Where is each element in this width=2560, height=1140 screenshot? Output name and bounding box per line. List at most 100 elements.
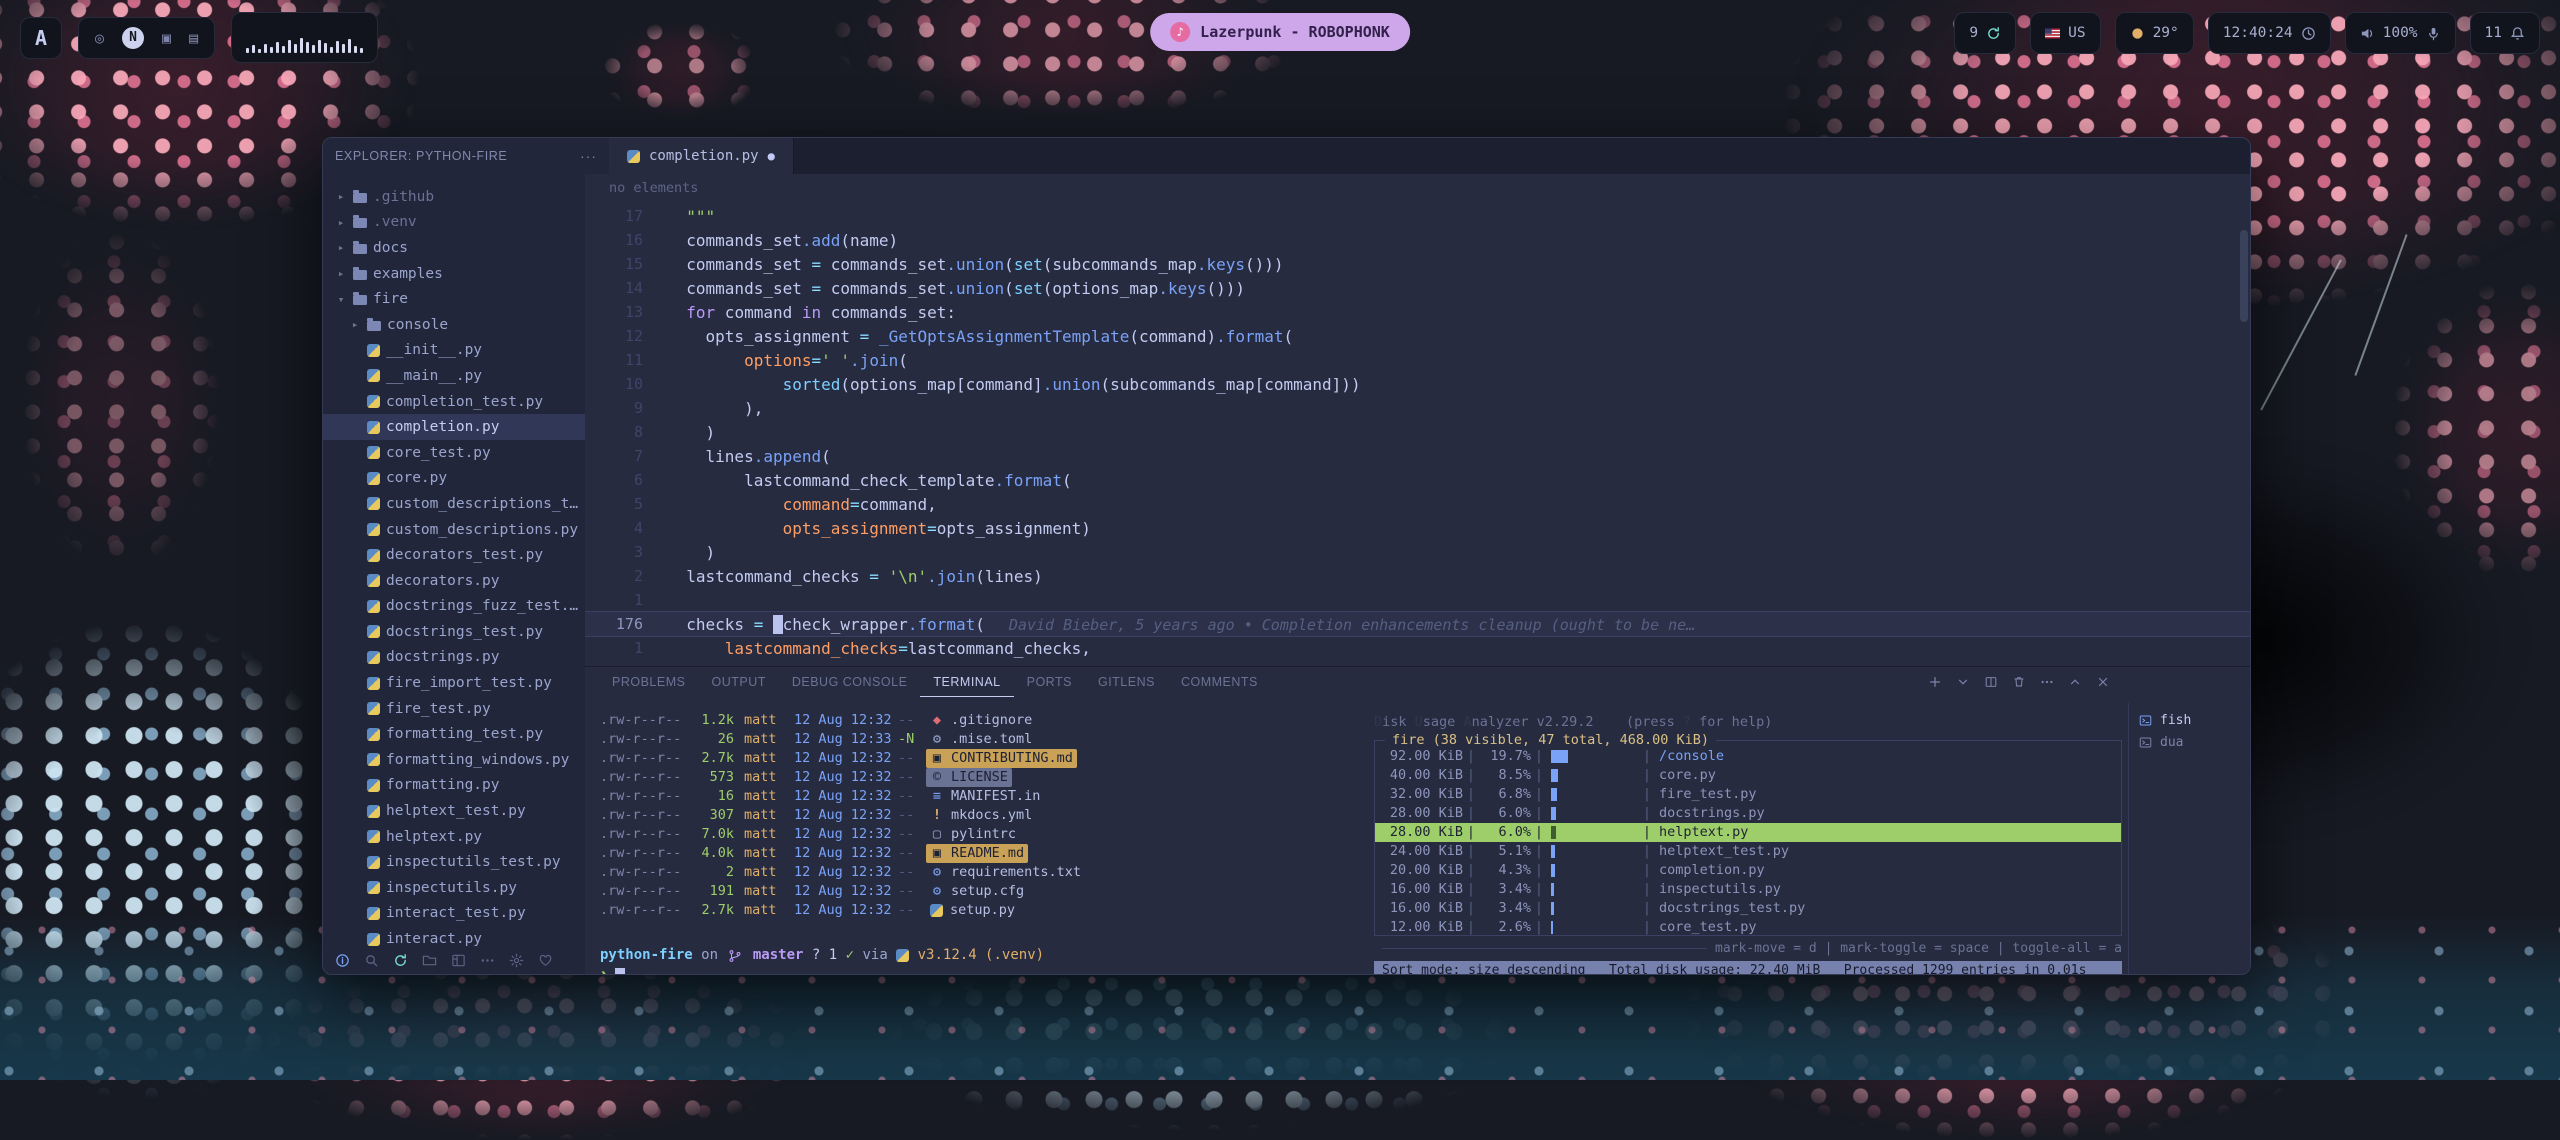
tree-item-docstrings.py[interactable]: docstrings.py bbox=[323, 645, 585, 671]
tree-item-core.py[interactable]: core.py bbox=[323, 466, 585, 492]
tree-item-inspectutils.py[interactable]: inspectutils.py bbox=[323, 875, 585, 901]
updates-widget[interactable]: 9 bbox=[1954, 12, 2016, 54]
system-graph-widget[interactable] bbox=[231, 12, 378, 63]
panel-tab-gitlens[interactable]: GITLENS bbox=[1085, 667, 1168, 697]
tree-item-docs[interactable]: ▸docs bbox=[323, 235, 585, 261]
tree-item-helptext.py[interactable]: helptext.py bbox=[323, 824, 585, 850]
terminal-tab-fish[interactable]: fish bbox=[2139, 709, 2250, 731]
plus-icon[interactable] bbox=[1928, 675, 1942, 689]
dua-row-core_test.py[interactable]: 12.00 KiB|2.6%||core_test.py bbox=[1375, 918, 2121, 937]
terminal-dua-pane[interactable]: Disk Usage Analyzer v2.29.2 (press ? for… bbox=[1374, 713, 2122, 974]
usage-bar bbox=[1551, 921, 1635, 934]
tree-item-.github[interactable]: ▸.github bbox=[323, 184, 585, 210]
dua-row-completion.py[interactable]: 20.00 KiB|4.3%||completion.py bbox=[1375, 861, 2121, 880]
line-number: 13 bbox=[585, 303, 667, 321]
heart-icon[interactable] bbox=[538, 953, 553, 968]
editor-scrollbar[interactable] bbox=[2240, 202, 2248, 666]
folder-icon[interactable] bbox=[422, 953, 437, 968]
tree-item-interact_test.py[interactable]: interact_test.py bbox=[323, 901, 585, 927]
tree-item-examples[interactable]: ▸examples bbox=[323, 261, 585, 287]
tree-item-fire[interactable]: ▾fire bbox=[323, 286, 585, 312]
tree-item-core_test.py[interactable]: core_test.py bbox=[323, 440, 585, 466]
gear-icon[interactable] bbox=[509, 953, 524, 968]
workspace-indicator-2[interactable]: N bbox=[122, 27, 144, 49]
workspace-indicator-1[interactable]: ◎ bbox=[95, 29, 104, 47]
split-icon[interactable] bbox=[1984, 675, 1998, 689]
info-icon[interactable] bbox=[335, 953, 350, 968]
tree-item-docstrings_test.py[interactable]: docstrings_test.py bbox=[323, 619, 585, 645]
tree-item-.venv[interactable]: ▸.venv bbox=[323, 210, 585, 236]
tree-item-fire_test.py[interactable]: fire_test.py bbox=[323, 696, 585, 722]
weather-widget[interactable]: 29° bbox=[2115, 12, 2194, 54]
clock-widget[interactable]: 12:40:24 bbox=[2208, 12, 2331, 54]
panel-tab-ports[interactable]: PORTS bbox=[1014, 667, 1085, 697]
listing-row-requirements.txt: .rw-r--r--2matt12 Aug 12:32--⚙requiremen… bbox=[600, 863, 1362, 882]
tree-item-__init__.py[interactable]: __init__.py bbox=[323, 338, 585, 364]
tree-item-completion.py[interactable]: completion.py bbox=[323, 414, 585, 440]
python-file-icon bbox=[367, 779, 380, 792]
graph-bar bbox=[294, 44, 297, 53]
tree-item-formatting_windows.py[interactable]: formatting_windows.py bbox=[323, 747, 585, 773]
panel-tab-terminal[interactable]: TERMINAL bbox=[920, 667, 1013, 697]
toml-file-icon: ⚙ bbox=[930, 730, 944, 749]
layout-icon[interactable] bbox=[451, 953, 466, 968]
usage-bar bbox=[1551, 769, 1635, 782]
keyboard-layout-widget[interactable]: US bbox=[2030, 12, 2100, 54]
dua-row-docstrings_test.py[interactable]: 16.00 KiB|3.4%||docstrings_test.py bbox=[1375, 899, 2121, 918]
code-editor[interactable]: 17 """16 commands_set.add(name)15 comman… bbox=[585, 202, 2250, 666]
tab-completion-py[interactable]: completion.py ● bbox=[609, 138, 794, 174]
tree-item-label: __main__.py bbox=[386, 368, 482, 384]
dua-row-core.py[interactable]: 40.00 KiB|8.5%||core.py bbox=[1375, 766, 2121, 785]
panel-tab-debug-console[interactable]: DEBUG CONSOLE bbox=[779, 667, 921, 697]
tree-item-fire_import_test.py[interactable]: fire_import_test.py bbox=[323, 670, 585, 696]
panel-tab-comments[interactable]: COMMENTS bbox=[1168, 667, 1271, 697]
breadcrumb[interactable]: no elements bbox=[585, 174, 2250, 202]
listing-row-mkdocs.yml: .rw-r--r--307matt12 Aug 12:32--!mkdocs.y… bbox=[600, 806, 1362, 825]
panel-tab-output[interactable]: OUTPUT bbox=[698, 667, 778, 697]
launcher-button[interactable]: A bbox=[20, 17, 62, 59]
dua-row-helptext_test.py[interactable]: 24.00 KiB|5.1%||helptext_test.py bbox=[1375, 842, 2121, 861]
tree-item-console[interactable]: ▸console bbox=[323, 312, 585, 338]
listing-row-.mise.toml: .rw-r--r--26matt12 Aug 12:33-N⚙.mise.tom… bbox=[600, 730, 1362, 749]
trash-icon[interactable] bbox=[2012, 675, 2026, 689]
more-icon[interactable] bbox=[2040, 675, 2054, 689]
terminal-tab-dua[interactable]: dua bbox=[2139, 731, 2250, 753]
search-icon[interactable] bbox=[364, 953, 379, 968]
tree-item-docstrings_fuzz_test.py[interactable]: docstrings_fuzz_test.py bbox=[323, 594, 585, 620]
audio-widget[interactable]: 100% bbox=[2345, 12, 2456, 54]
code-text: commands_set = commands_set.union(set(op… bbox=[667, 279, 1245, 298]
scrollbar-thumb[interactable] bbox=[2240, 230, 2248, 322]
refresh-icon[interactable] bbox=[393, 953, 408, 968]
code-text: lines.append( bbox=[667, 447, 831, 466]
dua-row-helptext.py[interactable]: 28.00 KiB|6.0%||helptext.py bbox=[1375, 823, 2121, 842]
dua-row-docstrings.py[interactable]: 28.00 KiB|6.0%||docstrings.py bbox=[1375, 804, 2121, 823]
listing-row-LICENSE: .rw-r--r--573matt12 Aug 12:32--©LICENSE bbox=[600, 768, 1362, 787]
tree-item-inspectutils_test.py[interactable]: inspectutils_test.py bbox=[323, 849, 585, 875]
tree-item-decorators.py[interactable]: decorators.py bbox=[323, 568, 585, 594]
dua-row-inspectutils.py[interactable]: 16.00 KiB|3.4%||inspectutils.py bbox=[1375, 880, 2121, 899]
music-widget[interactable]: ♪ Lazerpunk - ROBOPHONK bbox=[1150, 13, 1410, 51]
tree-item-completion_test.py[interactable]: completion_test.py bbox=[323, 389, 585, 415]
tree-item-formatting.py[interactable]: formatting.py bbox=[323, 773, 585, 799]
tree-item-interact.py[interactable]: interact.py bbox=[323, 926, 585, 952]
close-icon[interactable] bbox=[2096, 675, 2110, 689]
terminal-fish-pane[interactable]: .rw-r--r--1.2kmatt12 Aug 12:32--◆.gitign… bbox=[600, 711, 1362, 974]
tree-item-__main__.py[interactable]: __main__.py bbox=[323, 363, 585, 389]
folder-icon bbox=[353, 244, 367, 254]
prompt-line[interactable]: ❯ bbox=[600, 967, 1362, 974]
python-file-icon bbox=[367, 472, 380, 485]
more-icon[interactable] bbox=[480, 953, 495, 968]
tree-item-helptext_test.py[interactable]: helptext_test.py bbox=[323, 798, 585, 824]
workspace-indicator-3[interactable]: ▣ bbox=[162, 29, 171, 47]
tree-item-custom_descriptions_test.py[interactable]: custom_descriptions_test.py bbox=[323, 491, 585, 517]
chevdown-icon[interactable] bbox=[1956, 675, 1970, 689]
tree-item-custom_descriptions.py[interactable]: custom_descriptions.py bbox=[323, 517, 585, 543]
notifications-widget[interactable]: 11 bbox=[2470, 12, 2540, 54]
explorer-more-button[interactable]: ··· bbox=[580, 148, 597, 164]
workspace-indicator-4[interactable]: ▤ bbox=[189, 29, 198, 47]
tree-item-decorators_test.py[interactable]: decorators_test.py bbox=[323, 542, 585, 568]
dua-row-fire_test.py[interactable]: 32.00 KiB|6.8%||fire_test.py bbox=[1375, 785, 2121, 804]
tree-item-formatting_test.py[interactable]: formatting_test.py bbox=[323, 721, 585, 747]
chevup-icon[interactable] bbox=[2068, 675, 2082, 689]
panel-tab-problems[interactable]: PROBLEMS bbox=[599, 667, 698, 697]
